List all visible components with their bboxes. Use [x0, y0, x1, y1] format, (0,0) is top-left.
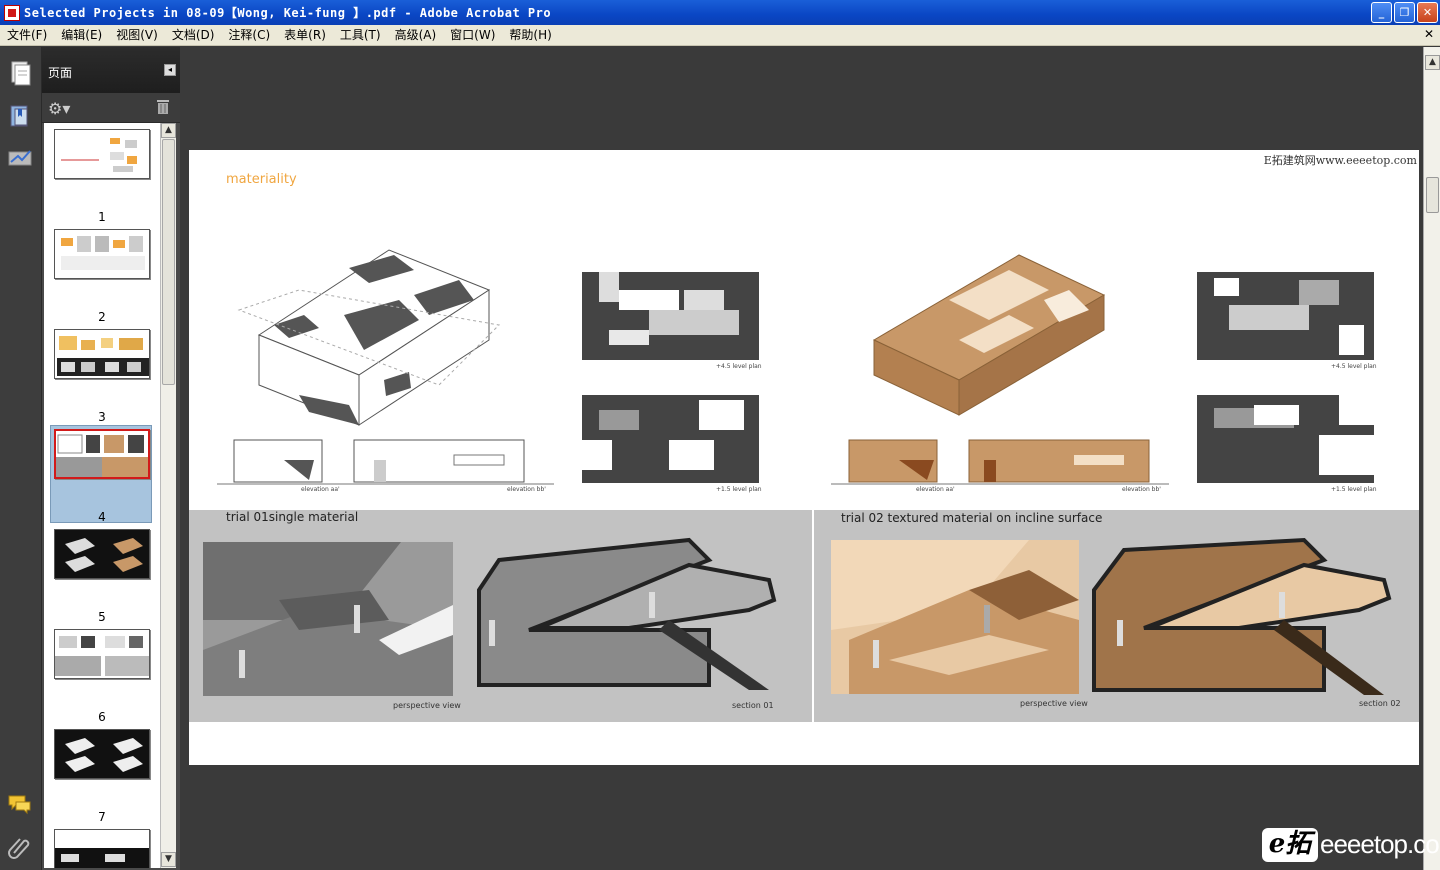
pages-panel: 页面 ◂ ⚙▾ 1 2 3 4 5 6 7 ▲ ▼ [42, 47, 180, 870]
scroll-up-arrow[interactable]: ▲ [1425, 55, 1440, 70]
pages-panel-toolbar: ⚙▾ [42, 93, 180, 123]
caption-elevation-aa: elevation aa' [916, 486, 955, 493]
page-number: 4 [98, 510, 106, 524]
options-gear-icon[interactable]: ⚙▾ [48, 99, 74, 118]
trial2-perspective-label: perspective view [1020, 699, 1088, 708]
window-title: Selected Projects in 08-09【Wong, Kei-fun… [24, 6, 552, 20]
plans-white [582, 272, 759, 483]
thumbnail-page-4[interactable] [54, 429, 150, 479]
page-number: 6 [98, 710, 106, 724]
scroll-thumb[interactable] [162, 139, 175, 385]
page-number: 3 [98, 410, 106, 424]
page-number: 2 [98, 310, 106, 324]
acrobat-icon [4, 4, 20, 21]
materiality-diagrams [217, 249, 1374, 485]
close-document-icon[interactable]: ✕ [1424, 27, 1434, 41]
brand-logo: e拓 [1262, 828, 1318, 862]
caption-plan-15: +1.5 level plan [716, 486, 762, 493]
menu-edit[interactable]: 编辑(E) [54, 25, 109, 46]
caption-plan-45: +4.5 level plan [1331, 363, 1377, 370]
caption-elevation-bb: elevation bb' [507, 486, 546, 493]
document-view[interactable]: E拓建筑网www.eeeetop.com materiality elevati… [180, 47, 1423, 870]
page-number: 7 [98, 810, 106, 824]
menu-advanced[interactable]: 高级(A) [388, 25, 444, 46]
bookmarks-icon[interactable] [6, 102, 34, 130]
document-scrollbar[interactable]: ▲ [1423, 47, 1440, 870]
scroll-down-arrow[interactable]: ▼ [161, 852, 176, 867]
site-watermark: e拓 eeeetop.com [1262, 826, 1440, 866]
trial2-label: trial 02 textured material on incline su… [841, 511, 1103, 525]
trial2-section-label: section 02 [1359, 699, 1401, 708]
thumbnail-scrollbar[interactable]: ▲ ▼ [160, 123, 176, 868]
menu-help[interactable]: 帮助(H) [502, 25, 558, 46]
thumbnail-page-6[interactable] [54, 629, 150, 679]
thumbnail-page-7[interactable] [54, 729, 150, 779]
trial1-section-render [469, 530, 779, 696]
comments-icon[interactable] [6, 790, 34, 818]
caption-elevation-aa: elevation aa' [301, 486, 340, 493]
menu-document[interactable]: 文档(D) [165, 25, 222, 46]
trial1-section-label: section 01 [732, 701, 774, 710]
pages-panel-title: 页面 [48, 66, 73, 80]
caption-elevation-bb: elevation bb' [1122, 486, 1161, 493]
elevations-white [217, 439, 554, 485]
menu-forms[interactable]: 表单(R) [277, 25, 333, 46]
scroll-up-arrow[interactable]: ▲ [161, 123, 176, 138]
collapse-panel-button[interactable]: ◂ [164, 64, 176, 76]
page-thumbnails: 1 2 3 4 5 6 7 [44, 123, 160, 868]
thumbnail-page-8[interactable] [54, 829, 150, 868]
page-number: 1 [98, 210, 106, 224]
window-controls: _ ❐ ✕ [1371, 2, 1438, 23]
trial1-label: trial 01single material [226, 510, 359, 524]
trial1-perspective-render [203, 542, 453, 696]
elevations-wood [831, 439, 1169, 485]
navigation-pane [0, 47, 42, 870]
brand-domain: eeeetop.com [1320, 829, 1440, 859]
attachments-icon[interactable] [6, 833, 34, 861]
trial2-perspective-render [831, 540, 1079, 694]
menu-window[interactable]: 窗口(W) [443, 25, 502, 46]
signatures-icon[interactable] [6, 144, 34, 172]
isometric-white-model [237, 249, 501, 426]
caption-plan-15: +1.5 level plan [1331, 486, 1377, 493]
caption-plan-45: +4.5 level plan [716, 363, 762, 370]
pdf-page: E拓建筑网www.eeeetop.com materiality elevati… [189, 150, 1419, 765]
menu-bar: 文件(F) 编辑(E) 视图(V) 文档(D) 注释(C) 表单(R) 工具(T… [0, 25, 1440, 46]
delete-page-icon[interactable] [156, 99, 170, 115]
trial1-perspective-label: perspective view [393, 701, 461, 710]
close-button[interactable]: ✕ [1417, 2, 1438, 23]
page-number: 5 [98, 610, 106, 624]
menu-file[interactable]: 文件(F) [0, 25, 54, 46]
scroll-thumb[interactable] [1426, 177, 1439, 213]
isometric-wood-model [872, 254, 1106, 416]
thumbnail-page-1[interactable] [54, 129, 150, 179]
plans-dark [1197, 272, 1374, 483]
trial-renderings [189, 510, 1419, 722]
thumbnail-page-3[interactable] [54, 329, 150, 379]
menu-comments[interactable]: 注释(C) [221, 25, 277, 46]
maximize-button[interactable]: ❐ [1394, 2, 1415, 23]
pages-panel-header: 页面 ◂ [42, 47, 180, 93]
menu-tools[interactable]: 工具(T) [333, 25, 388, 46]
title-bar: Selected Projects in 08-09【Wong, Kei-fun… [0, 0, 1440, 25]
thumbnail-page-2[interactable] [54, 229, 150, 279]
thumbnail-page-5[interactable] [54, 529, 150, 579]
menu-view[interactable]: 视图(V) [109, 25, 165, 46]
pages-icon[interactable] [6, 59, 34, 87]
minimize-button[interactable]: _ [1371, 2, 1392, 23]
